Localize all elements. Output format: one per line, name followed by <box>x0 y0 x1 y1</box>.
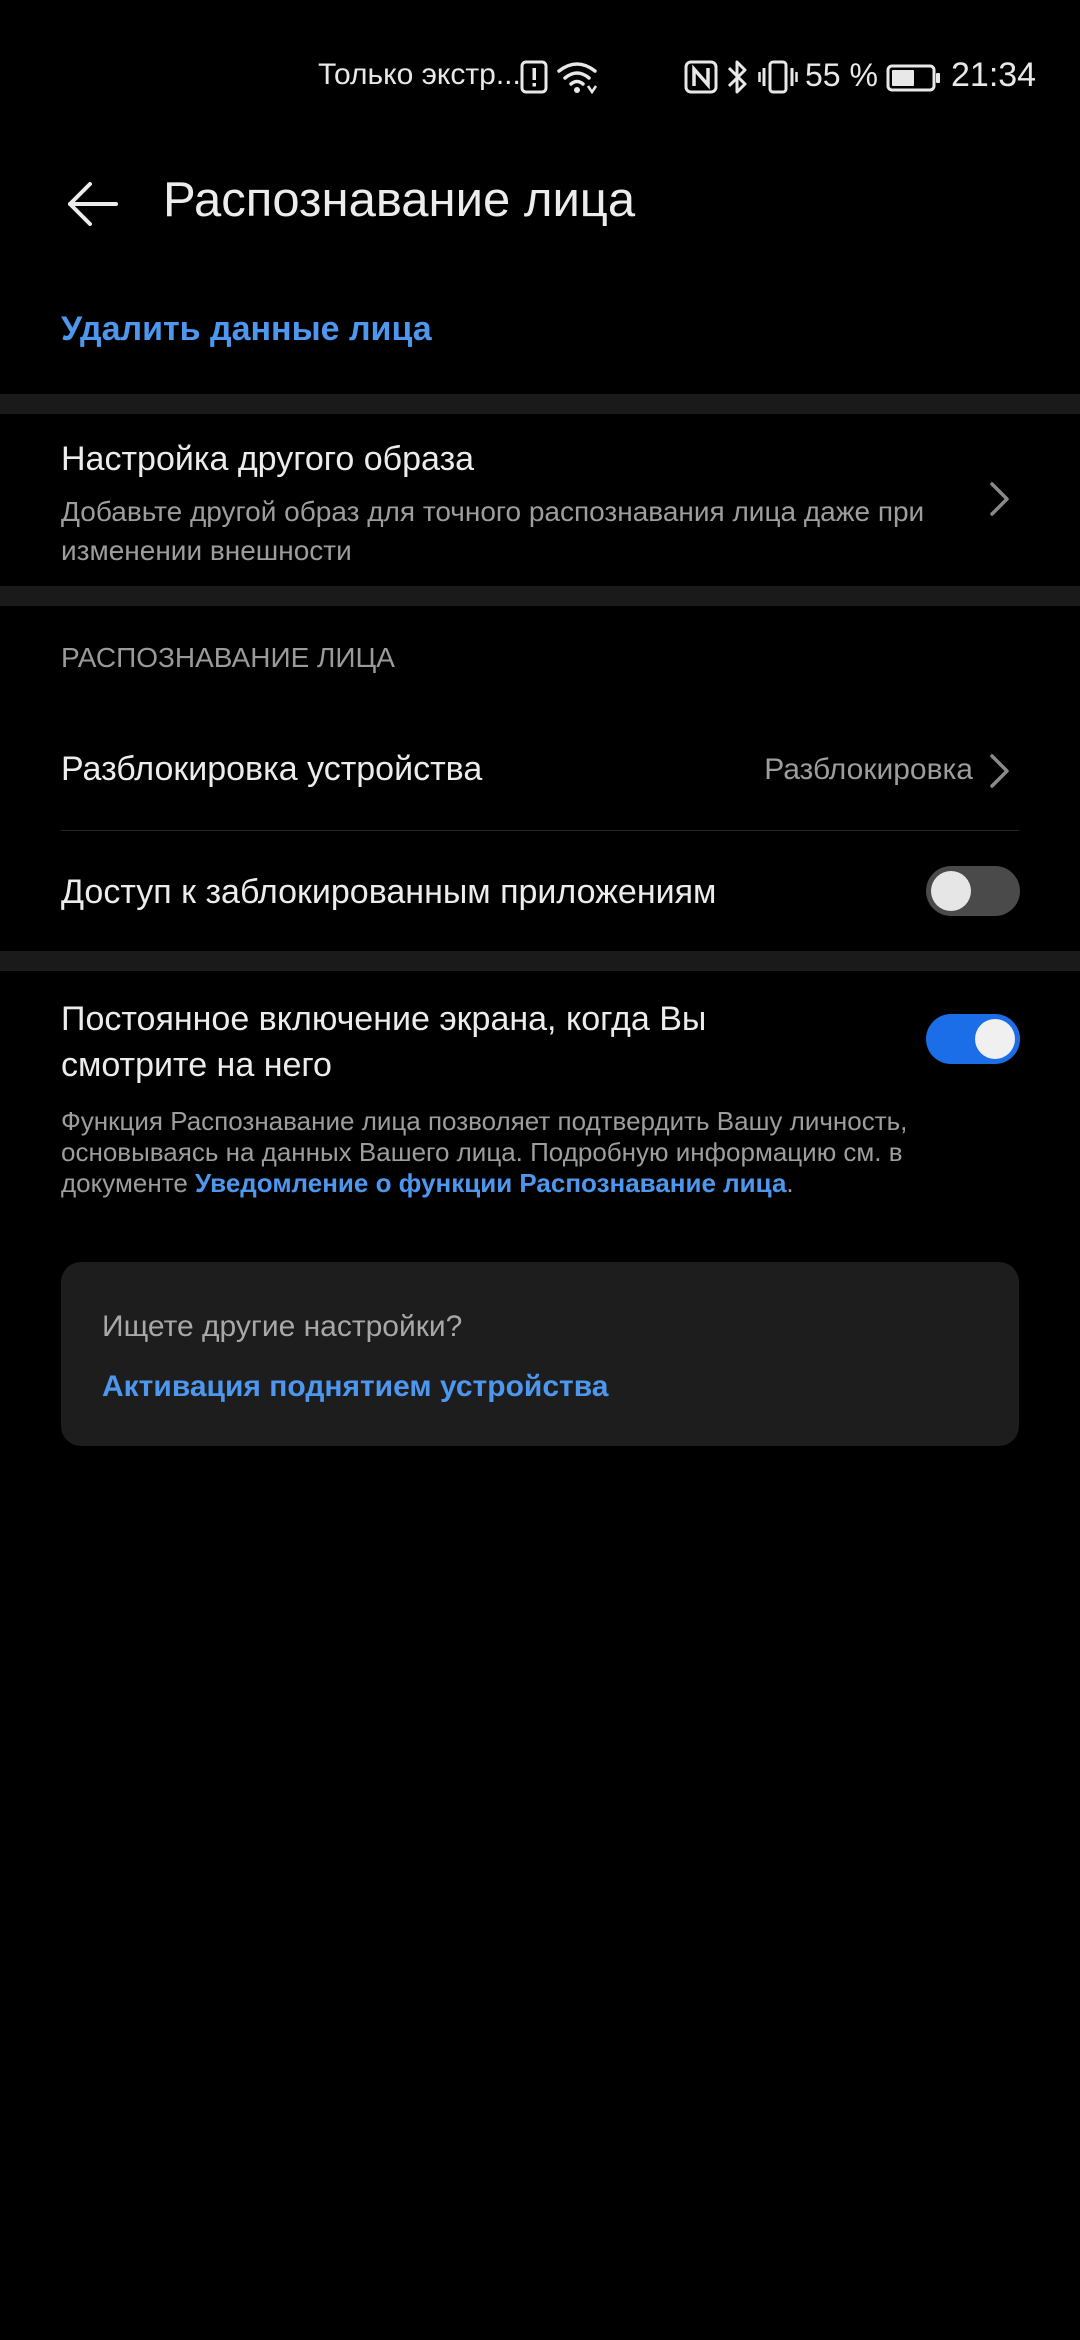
feature-note-suffix: . <box>786 1168 794 1198</box>
locked-apps-label: Доступ к заблокированным приложениям <box>61 873 717 911</box>
unlock-device-label: Разблокировка устройства <box>61 750 483 788</box>
section-divider <box>0 586 1080 606</box>
alt-appearance-row[interactable]: Настройка другого образа Добавьте другой… <box>0 414 1080 586</box>
wifi-icon <box>556 60 598 99</box>
section-header: РАСПОЗНАВАНИЕ ЛИЦА <box>61 642 395 673</box>
other-settings-title: Ищете другие настройки? <box>102 1310 463 1343</box>
status-time: 21:34 <box>951 56 1037 94</box>
back-button[interactable] <box>56 168 128 240</box>
other-settings-card: Ищете другие настройки? Активация поднят… <box>61 1262 1019 1446</box>
alt-appearance-description: Добавьте другой образ для точного распоз… <box>61 496 925 566</box>
status-bar: Только экстр... 55 % 21:34 <box>0 0 1080 160</box>
alt-appearance-title: Настройка другого образа <box>61 440 475 478</box>
battery-icon <box>886 64 942 97</box>
alert-icon <box>520 60 548 99</box>
screen-on-row: Постоянное включение экрана, когда Вы см… <box>0 972 1080 1102</box>
chevron-right-icon <box>988 752 1012 795</box>
arrow-left-icon <box>68 182 118 226</box>
delete-face-data-button[interactable]: Удалить данные лица <box>61 310 432 349</box>
section-divider <box>0 394 1080 414</box>
feature-note: Функция Распознавание лица позволяет под… <box>61 1106 981 1199</box>
unlock-device-value: Разблокировка <box>764 753 973 786</box>
locked-apps-toggle[interactable] <box>926 866 1020 916</box>
screen-on-toggle[interactable] <box>926 1014 1020 1064</box>
toggle-knob <box>975 1019 1015 1059</box>
bluetooth-icon <box>726 58 750 101</box>
screen-on-label: Постоянное включение экрана, когда Вы см… <box>61 1000 707 1084</box>
nfc-icon <box>684 60 718 99</box>
raise-to-wake-link[interactable]: Активация поднятием устройства <box>102 1370 608 1404</box>
toggle-knob <box>931 871 971 911</box>
unlock-device-row[interactable]: Разблокировка устройства Разблокировка <box>0 708 1080 830</box>
page-title: Распознавание лица <box>163 173 636 227</box>
face-recognition-notice-link[interactable]: Уведомление о функции Распознавание лица <box>195 1168 786 1198</box>
section-divider <box>0 951 1080 971</box>
locked-apps-row: Доступ к заблокированным приложениям <box>0 831 1080 951</box>
battery-percent: 55 % <box>805 57 878 93</box>
chevron-right-icon <box>988 480 1012 523</box>
vibrate-icon <box>758 60 798 99</box>
status-carrier: Только экстр... <box>318 58 521 91</box>
